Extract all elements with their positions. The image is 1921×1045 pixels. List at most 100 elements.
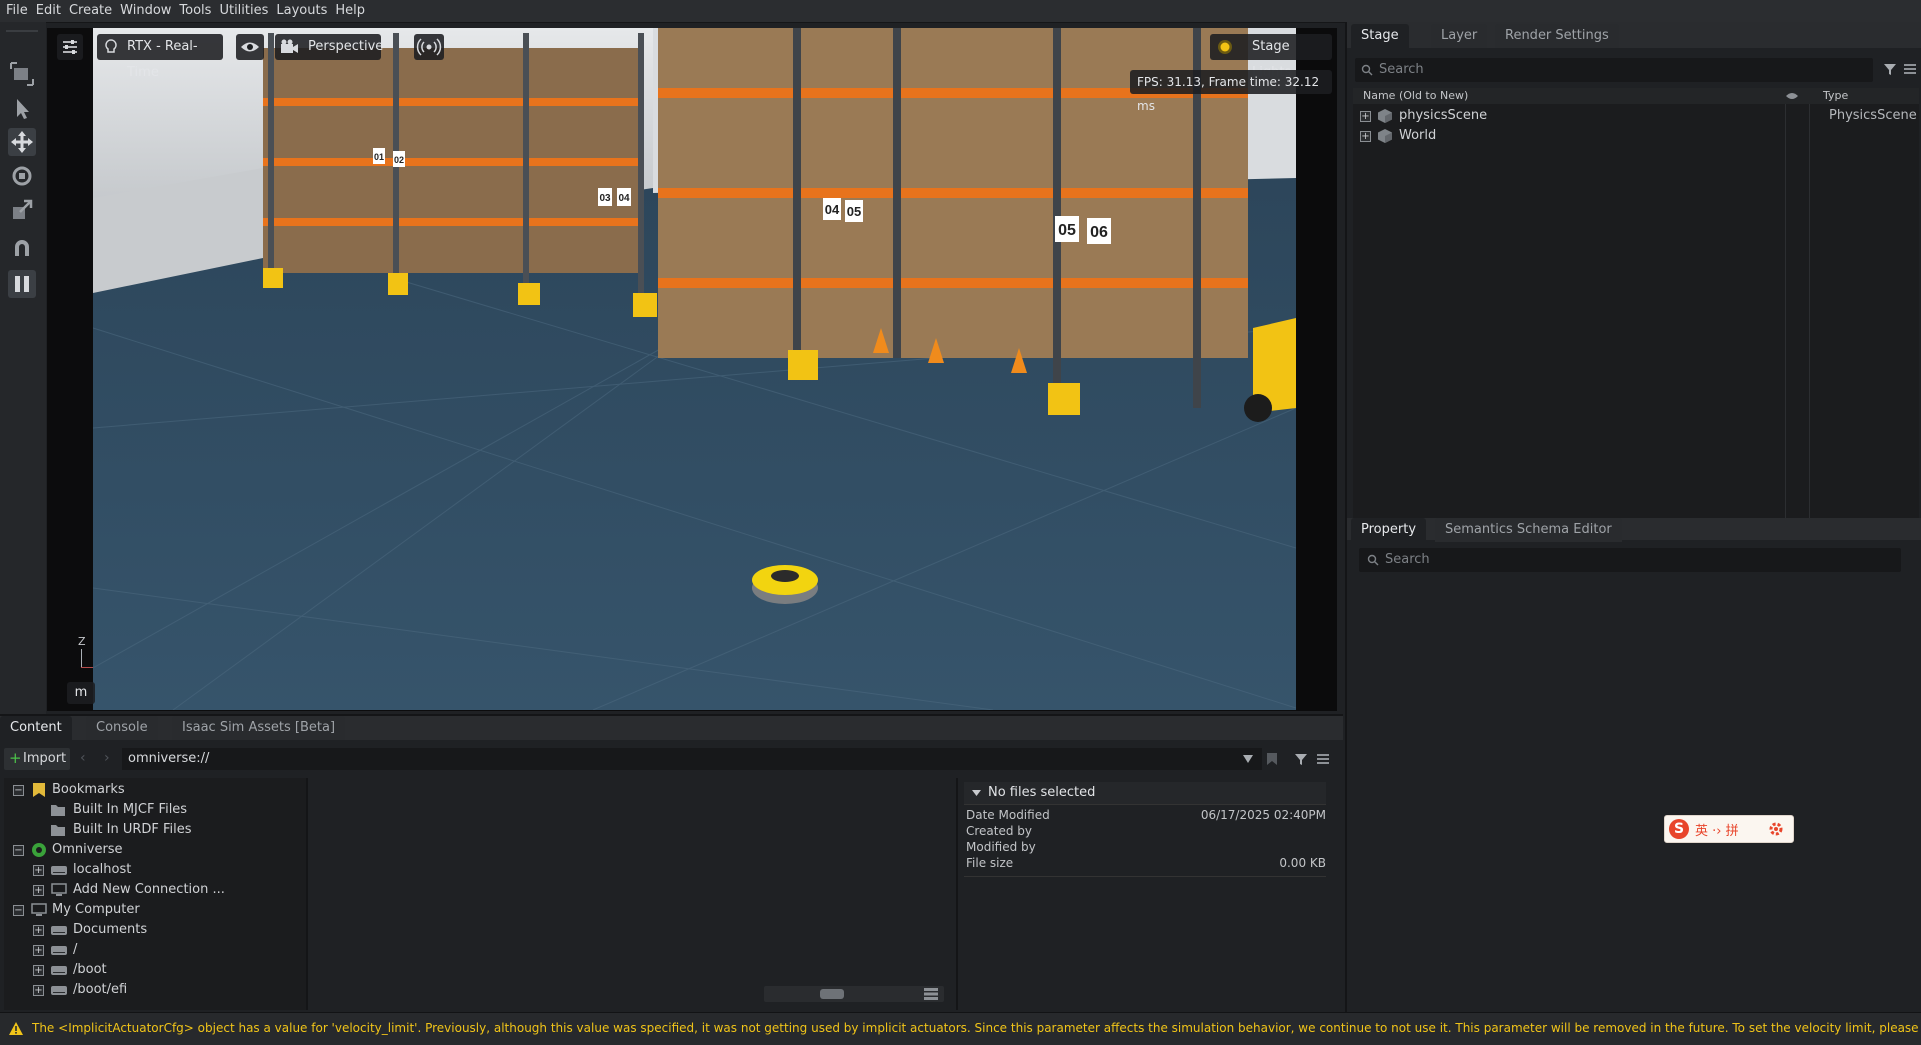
broadcast-button[interactable]	[414, 34, 444, 60]
stage-tree: Name (Old to New) Type + physicsScene Ph…	[1353, 88, 1919, 522]
tree-item-root[interactable]: + /	[4, 940, 306, 960]
tab-property[interactable]: Property	[1351, 518, 1427, 542]
property-search-input[interactable]: Search	[1359, 548, 1901, 572]
detail-label: Modified by	[966, 840, 1036, 854]
monitor-icon	[51, 883, 67, 896]
right-panel: Stage Layer Render Settings Search Name …	[1345, 22, 1921, 1022]
viewport-settings-button[interactable]	[57, 34, 83, 60]
prim-type: PhysicsScene	[1829, 108, 1917, 123]
frame-tool-icon[interactable]	[8, 60, 36, 88]
stage-row-physicsscene[interactable]: + physicsScene PhysicsScene	[1353, 106, 1919, 126]
collapse-toggle[interactable]: −	[13, 845, 24, 856]
visibility-button[interactable]	[236, 34, 264, 60]
prim-cube-icon	[1378, 129, 1392, 143]
rack-label-02: 02	[394, 155, 404, 165]
column-name-header[interactable]: Name (Old to New)	[1363, 89, 1468, 102]
menu-edit[interactable]: Edit	[36, 0, 61, 22]
tree-item-documents[interactable]: + Documents	[4, 920, 306, 940]
forward-arrow-icon[interactable]: ›	[104, 750, 110, 766]
renderer-dropdown[interactable]: RTX - Real-Time	[97, 34, 223, 80]
thumbnail-size-slider[interactable]	[764, 986, 944, 1002]
sliders-icon	[63, 40, 77, 54]
stage-lights-dropdown[interactable]: Stage Lights	[1210, 34, 1332, 80]
units-button[interactable]: m	[67, 682, 95, 704]
details-panel: No files selected Date Modified 06/17/20…	[960, 778, 1343, 1010]
detail-row-created-by: Created by	[966, 824, 1326, 840]
stage-search-input[interactable]: Search	[1355, 58, 1873, 82]
tree-item-bookmarks[interactable]: − Bookmarks	[4, 780, 306, 800]
back-arrow-icon[interactable]: ‹	[80, 750, 86, 766]
gear-icon[interactable]	[1769, 822, 1783, 836]
tab-render-settings[interactable]: Render Settings	[1495, 24, 1619, 48]
expand-toggle[interactable]: +	[33, 865, 44, 876]
list-view-icon[interactable]	[924, 988, 938, 1000]
chevron-down-icon[interactable]	[1242, 754, 1254, 764]
viewport-render[interactable]: 01 02 03 04 04 05 05 06	[93, 28, 1296, 710]
robot-model[interactable]	[752, 565, 818, 604]
tab-content[interactable]: Content	[0, 716, 72, 740]
tree-item-built-in-urdf-files[interactable]: Built In URDF Files	[4, 820, 306, 840]
drive-icon	[51, 966, 67, 975]
tree-item-add-new-connection[interactable]: + Add New Connection ...	[4, 880, 306, 900]
warehouse-scene-image: 01 02 03 04 04 05 05 06	[93, 28, 1296, 710]
tree-item-built-in-mjcf-files[interactable]: Built In MJCF Files	[4, 800, 306, 820]
camera-dropdown[interactable]: Perspective	[275, 34, 383, 60]
expand-toggle[interactable]: +	[33, 965, 44, 976]
details-header[interactable]: No files selected	[964, 782, 1326, 805]
visibility-column-eye-icon	[1786, 93, 1798, 99]
tree-item-boot[interactable]: + /boot	[4, 960, 306, 980]
tab-console[interactable]: Console	[86, 716, 158, 740]
expand-toggle[interactable]: +	[1360, 131, 1371, 142]
splitter[interactable]	[956, 778, 958, 1010]
menu-file[interactable]: File	[6, 0, 28, 22]
bookmark-icon[interactable]	[1266, 752, 1278, 766]
content-tree: − Bookmarks Built In MJCF Files Built In…	[4, 778, 306, 1010]
slider-handle[interactable]	[820, 989, 844, 999]
menu-window[interactable]: Window	[120, 0, 171, 22]
stage-row-world[interactable]: + World	[1353, 126, 1919, 146]
expand-toggle[interactable]: +	[33, 945, 44, 956]
tab-layer[interactable]: Layer	[1431, 24, 1488, 48]
menu-layouts[interactable]: Layouts	[276, 0, 327, 22]
scale-tool-icon[interactable]	[8, 196, 36, 224]
tree-item-label: Built In URDF Files	[73, 822, 192, 837]
broadcast-icon	[416, 38, 442, 56]
pause-icon[interactable]	[8, 270, 36, 298]
menu-create[interactable]: Create	[69, 0, 112, 22]
select-arrow-icon[interactable]	[8, 94, 36, 122]
tree-item-boot-efi[interactable]: + /boot/efi	[4, 980, 306, 1000]
details-header-text: No files selected	[988, 785, 1096, 800]
expand-toggle[interactable]: +	[1360, 111, 1371, 122]
menu-tools[interactable]: Tools	[179, 0, 211, 22]
filter-icon[interactable]	[1883, 62, 1897, 76]
menu-utilities[interactable]: Utilities	[219, 0, 268, 22]
menu-icon[interactable]	[1316, 752, 1330, 766]
lightbulb-icon	[105, 39, 117, 53]
menu-help[interactable]: Help	[335, 0, 365, 22]
tree-item-label: Add New Connection ...	[73, 882, 225, 897]
collapse-toggle[interactable]: −	[13, 905, 24, 916]
detail-label: Created by	[966, 824, 1033, 838]
file-grid-area[interactable]	[308, 778, 956, 1010]
detail-value: 06/17/2025 02:40PM	[1200, 808, 1326, 822]
tree-item-my-computer[interactable]: − My Computer	[4, 900, 306, 920]
tab-semantics-schema-editor[interactable]: Semantics Schema Editor	[1435, 518, 1622, 542]
expand-toggle[interactable]: +	[33, 985, 44, 996]
rack-label-04a: 04	[618, 193, 630, 204]
ime-indicator[interactable]: S 英 ·› 拼	[1664, 815, 1794, 843]
snap-magnet-icon[interactable]	[8, 234, 36, 262]
import-button[interactable]: + Import	[4, 748, 70, 770]
column-type-header[interactable]: Type	[1823, 89, 1848, 102]
filter-icon[interactable]	[1294, 752, 1308, 766]
expand-toggle[interactable]: +	[33, 925, 44, 936]
collapse-toggle[interactable]: −	[13, 785, 24, 796]
tab-stage[interactable]: Stage	[1351, 24, 1409, 48]
move-tool-icon[interactable]	[8, 128, 36, 156]
path-input[interactable]: omniverse://	[122, 748, 1262, 770]
tree-item-localhost[interactable]: + localhost	[4, 860, 306, 880]
rotate-tool-icon[interactable]	[8, 162, 36, 190]
expand-toggle[interactable]: +	[33, 885, 44, 896]
tree-item-omniverse[interactable]: − Omniverse	[4, 840, 306, 860]
menu-icon[interactable]	[1903, 62, 1917, 76]
tab-isaac-sim-assets[interactable]: Isaac Sim Assets [Beta]	[172, 716, 346, 740]
